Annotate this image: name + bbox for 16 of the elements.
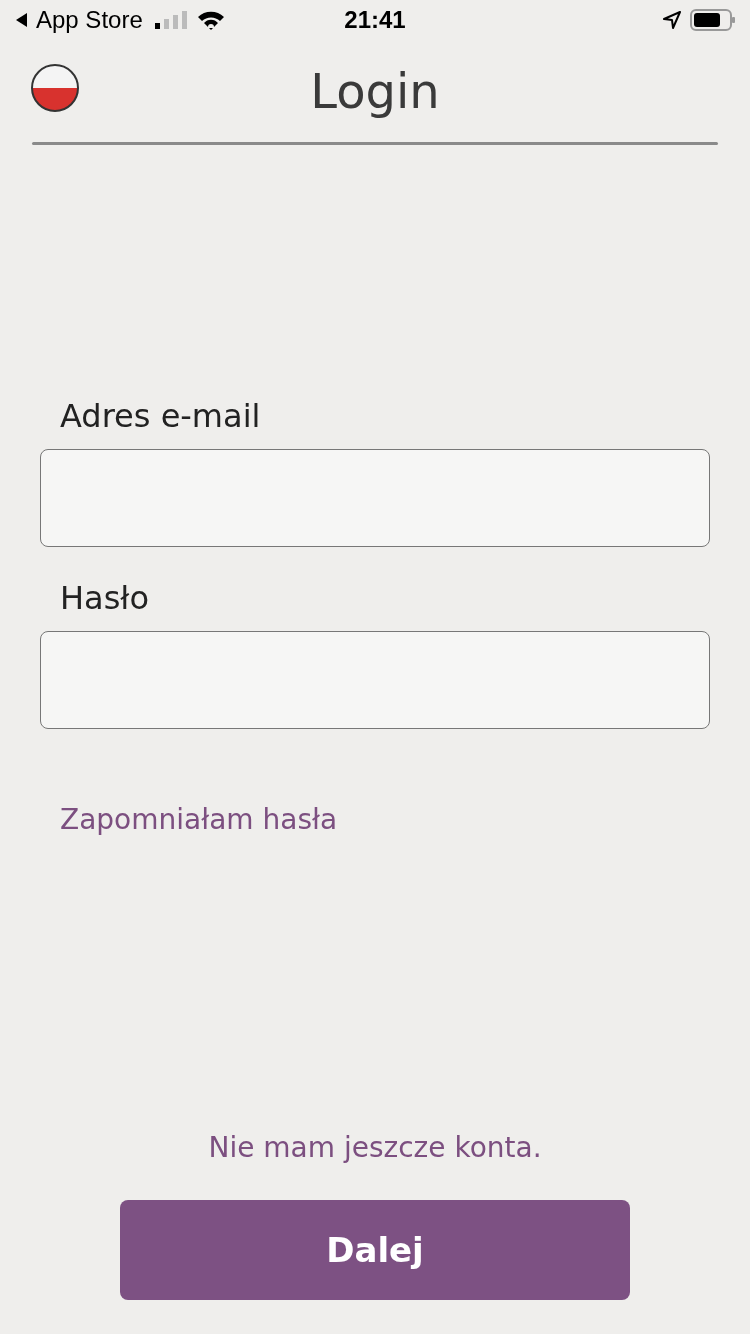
status-time: 21:41: [344, 6, 406, 34]
submit-button[interactable]: Dalej: [120, 1200, 630, 1300]
wifi-icon: [196, 10, 225, 30]
back-label[interactable]: App Store: [36, 6, 143, 34]
page-title: Login: [310, 63, 440, 119]
signup-link[interactable]: Nie mam jeszcze konta.: [208, 1131, 542, 1164]
forgot-password-link[interactable]: Zapomniałam hasła: [40, 803, 338, 836]
input-field[interactable]: [40, 631, 710, 729]
back-icon[interactable]: [14, 12, 28, 28]
location-icon: [662, 10, 682, 30]
signal-icon: [154, 11, 189, 29]
flag-icon[interactable]: [29, 62, 81, 114]
input-field[interactable]: [40, 449, 710, 547]
field-label: Hasło: [59, 579, 150, 617]
battery-icon: [690, 9, 736, 31]
field-label: Adres e-mail: [59, 397, 262, 435]
